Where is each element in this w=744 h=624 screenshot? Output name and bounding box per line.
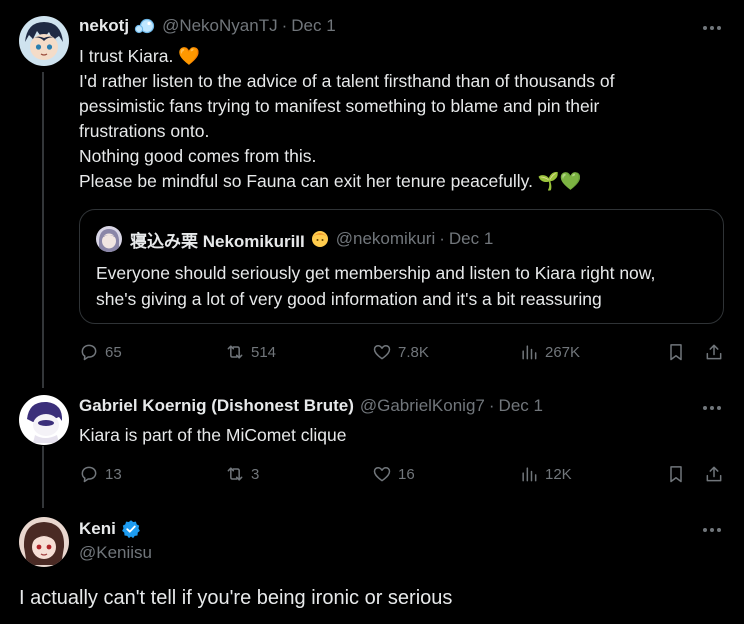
views-button[interactable]: 12K [519, 464, 572, 484]
repost-icon [227, 467, 243, 481]
like-button[interactable]: 7.8K [372, 342, 429, 362]
thread-line-2 [42, 446, 44, 508]
tweet1-line: frustrations onto. [79, 121, 210, 141]
views-icon [522, 467, 537, 482]
views-count: 12K [545, 465, 572, 483]
heart-icon [373, 345, 391, 360]
avatar-nekotj[interactable] [19, 16, 69, 66]
tweet1-date[interactable]: Dec 1 [291, 16, 335, 36]
quoted-date: Dec 1 [448, 229, 494, 248]
tweet2-date[interactable]: Dec 1 [499, 396, 543, 416]
repost-icon [227, 345, 243, 359]
tweet1-line: pessimistic fans trying to manifest some… [79, 96, 600, 116]
bookmark-icon [670, 466, 682, 483]
tweet1-more-button[interactable] [701, 18, 723, 38]
like-count: 16 [398, 465, 415, 483]
reply-button[interactable]: 65 [79, 342, 122, 362]
repost-button[interactable]: 3 [225, 464, 259, 484]
tweet3-author-name[interactable]: Keni [79, 517, 116, 541]
tweet1-author-name[interactable]: nekotj [79, 16, 129, 36]
tweet2-author-handle[interactable]: @GabrielKonig7 [360, 396, 485, 416]
separator-dot: · [439, 229, 445, 248]
separator-dot: · [281, 16, 288, 35]
repost-count: 514 [251, 343, 277, 361]
reply-count: 13 [105, 465, 122, 483]
bookmark-button[interactable] [666, 464, 686, 484]
like-count: 7.8K [398, 343, 429, 361]
person-emoji-icon [310, 229, 330, 249]
tweet1-line: Nothing good comes from this. [79, 146, 317, 166]
bookmark-button[interactable] [666, 342, 686, 362]
tweet2-text: Kiara is part of the MiComet clique [79, 425, 347, 445]
tweet1-text: I trust Kiara. 🧡 I'd rather listen to th… [79, 44, 719, 194]
repost-count: 3 [251, 465, 260, 483]
quoted-line: Everyone should seriously get membership… [96, 263, 656, 283]
tweet1-line: I'd rather listen to the advice of a tal… [79, 71, 615, 91]
views-count: 267K [545, 343, 581, 361]
avatar-keni[interactable] [19, 517, 69, 567]
reply-icon [81, 466, 97, 483]
like-button[interactable]: 16 [372, 464, 415, 484]
tweet1-line: Please be mindful so Fauna can exit her … [79, 171, 582, 191]
heart-icon [373, 467, 391, 482]
avatar-gabriel[interactable] [19, 395, 69, 445]
reply-icon [81, 344, 97, 361]
tweet1-actions: 65 514 7.8K 267K [79, 342, 729, 366]
tweet3-header: Keni @Keniisu [79, 517, 152, 565]
share-icon [706, 466, 722, 482]
quoted-author-name: 寝込み栗 NekomikuriII [130, 231, 305, 251]
tweet2-actions: 13 3 16 12K [79, 464, 729, 488]
tweet3-author-handle[interactable]: @Keniisu [79, 541, 152, 565]
bubbles-icon [134, 17, 156, 35]
share-button[interactable] [704, 464, 724, 484]
avatar-nekomikuri [96, 226, 122, 252]
tweet2-header: Gabriel Koernig (Dishonest Brute) @Gabri… [79, 396, 543, 416]
tweet3-text: I actually can't tell if you're being ir… [19, 587, 453, 609]
views-icon [522, 345, 537, 360]
more-icon [703, 26, 721, 30]
views-button[interactable]: 267K [519, 342, 580, 362]
quoted-tweet-header: 寝込み栗 NekomikuriII @nekomikuri · Dec 1 [96, 226, 493, 252]
reply-count: 65 [105, 343, 122, 361]
share-icon [706, 344, 722, 360]
tweet1-line: I trust Kiara. 🧡 [79, 46, 200, 66]
quoted-tweet[interactable]: 寝込み栗 NekomikuriII @nekomikuri · Dec 1 Ev… [79, 209, 724, 324]
more-icon [703, 406, 721, 410]
quoted-line: she's giving a lot of very good informat… [96, 289, 602, 309]
tweet2-more-button[interactable] [701, 398, 723, 418]
tweet2-author-name[interactable]: Gabriel Koernig (Dishonest Brute) [79, 396, 354, 416]
bookmark-icon [670, 344, 682, 361]
thread-line-1 [42, 72, 44, 388]
tweet1-author-handle[interactable]: @NekoNyanTJ [162, 16, 278, 36]
reply-button[interactable]: 13 [79, 464, 122, 484]
quoted-tweet-text: Everyone should seriously get membership… [96, 260, 716, 312]
share-button[interactable] [704, 342, 724, 362]
separator-dot: · [488, 396, 495, 415]
tweet1-header: nekotj @NekoNyanTJ · Dec 1 [79, 16, 336, 36]
verified-badge-icon [121, 519, 141, 539]
tweet3-more-button[interactable] [701, 520, 723, 540]
quoted-author-handle: @nekomikuri [335, 229, 436, 248]
more-icon [703, 528, 721, 532]
repost-button[interactable]: 514 [225, 342, 276, 362]
